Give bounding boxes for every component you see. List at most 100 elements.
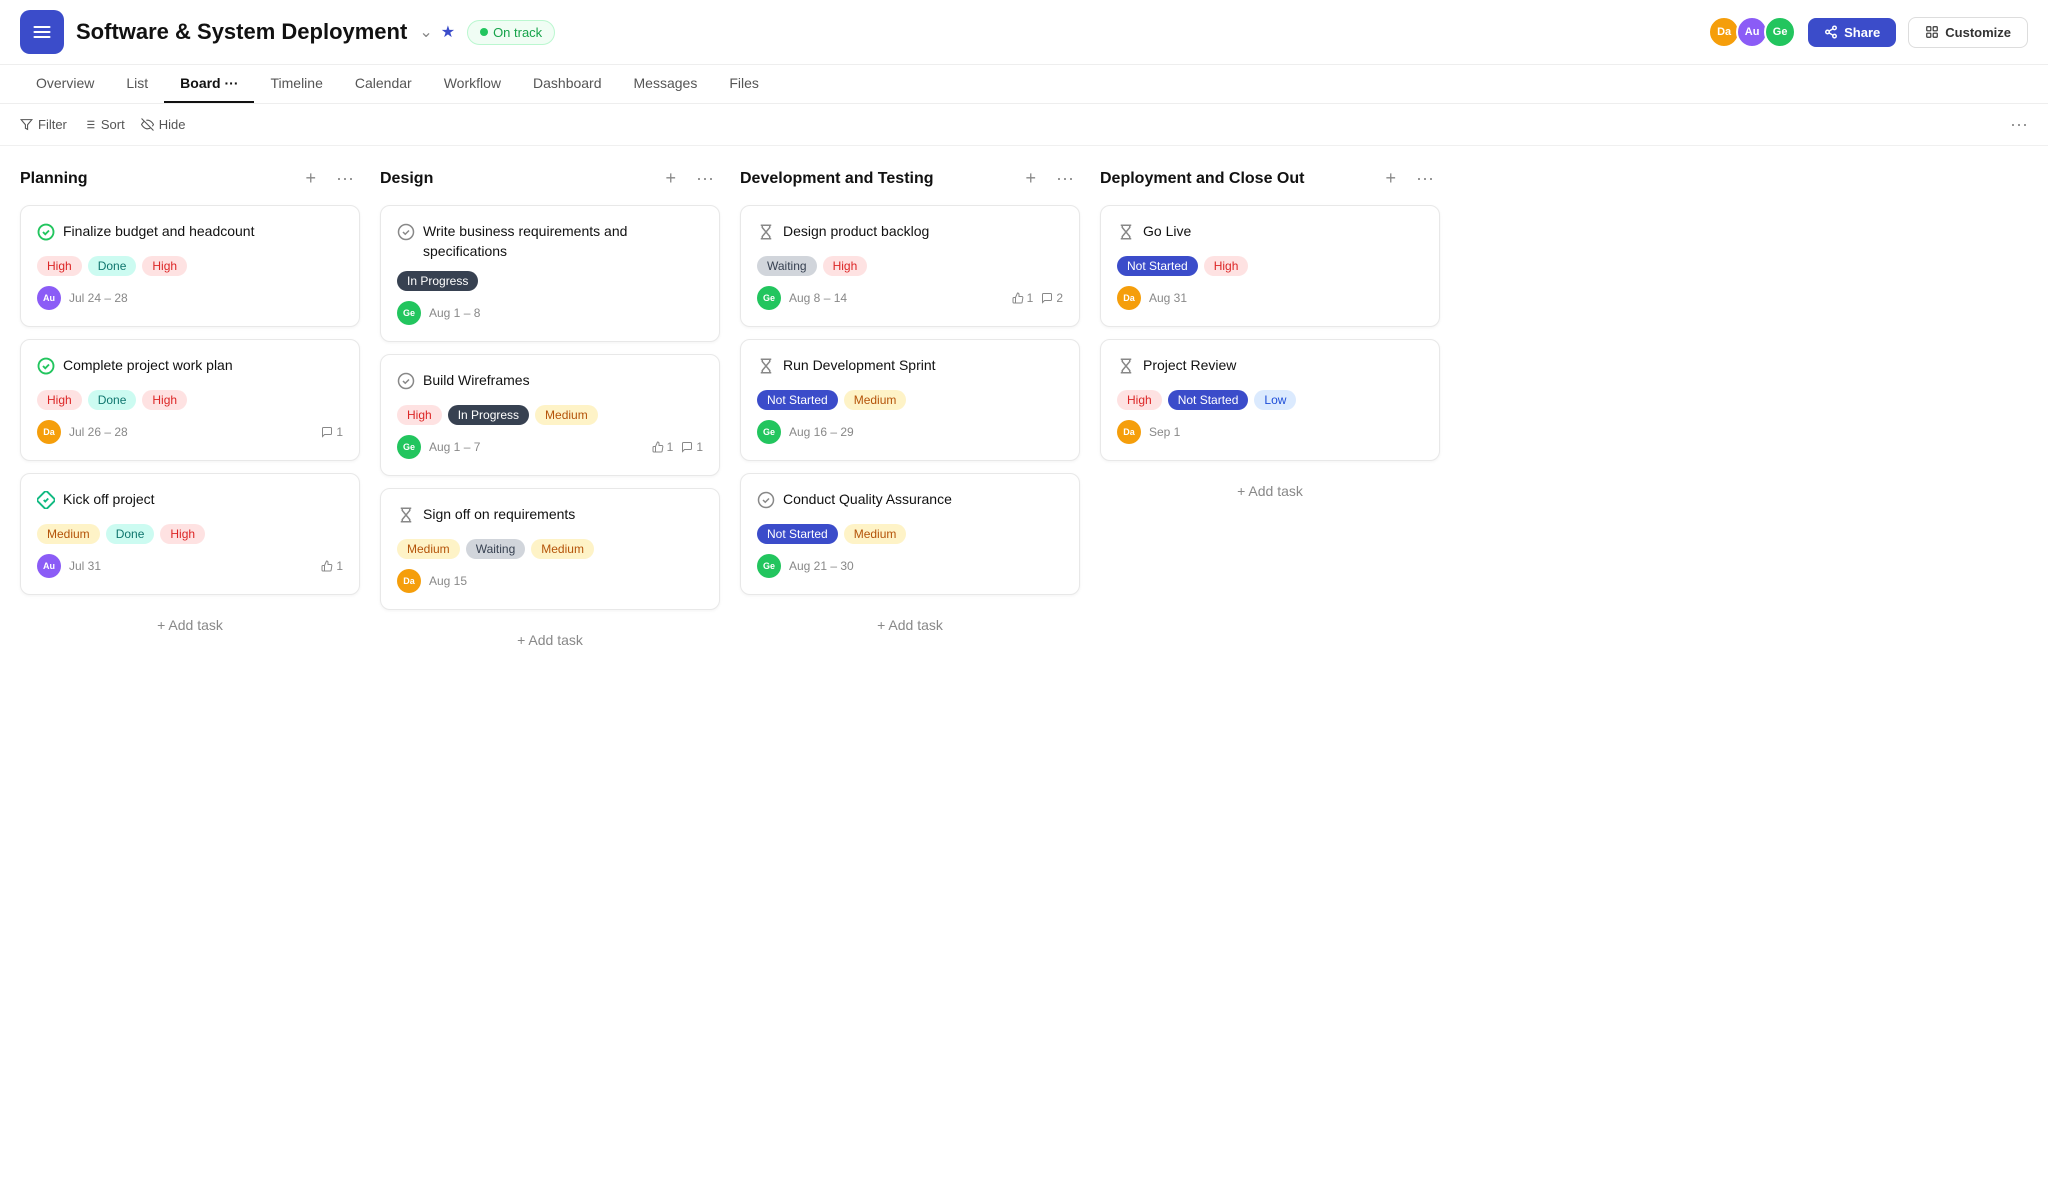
card-comments[interactable]: 1 (321, 425, 343, 439)
sort-button[interactable]: Sort (83, 117, 125, 132)
status-badge[interactable]: On track (467, 20, 555, 45)
more-options-button[interactable]: ··· (2010, 114, 2028, 135)
share-button[interactable]: Share (1808, 18, 1896, 47)
tab-list[interactable]: List (110, 65, 164, 103)
tag-not-started[interactable]: Not Started (1168, 390, 1249, 410)
task-title-c7: Design product backlog (783, 222, 929, 242)
card-c9[interactable]: Conduct Quality Assurance Not StartedMed… (740, 473, 1080, 595)
column-add-planning[interactable]: + (300, 166, 323, 191)
tag-high[interactable]: High (142, 390, 187, 410)
card-likes[interactable]: 1 (321, 559, 343, 573)
card-tags: High In Progress Medium (397, 405, 703, 425)
card-c2[interactable]: Complete project work plan HighDoneHighD… (20, 339, 360, 461)
tab-board[interactable]: Board ··· (164, 65, 254, 103)
add-task-design[interactable]: + Add task (380, 622, 720, 658)
tag-not-started[interactable]: Not Started (757, 524, 838, 544)
avatar-group: Da Au Ge (1708, 16, 1796, 48)
tag-medium[interactable]: Medium (535, 405, 598, 425)
card-comments[interactable]: 2 (1041, 291, 1063, 305)
card-c6[interactable]: Sign off on requirements MediumWaitingMe… (380, 488, 720, 610)
tag-done[interactable]: Done (106, 524, 155, 544)
card-c3[interactable]: Kick off project MediumDoneHighAuJul 31 … (20, 473, 360, 595)
board: Planning + ··· Finalize budget and headc… (0, 146, 2048, 1176)
tag-medium[interactable]: Medium (531, 539, 594, 559)
task-icon-c9 (757, 491, 775, 514)
tag-high[interactable]: High (160, 524, 205, 544)
tab-messages[interactable]: Messages (618, 65, 714, 103)
card-c4[interactable]: Write business requirements and specific… (380, 205, 720, 342)
add-task-deployment[interactable]: + Add task (1100, 473, 1440, 509)
column-more-deployment[interactable]: ··· (1410, 166, 1440, 191)
tab-workflow[interactable]: Workflow (428, 65, 517, 103)
tag-high[interactable]: High (142, 256, 187, 276)
tag-medium[interactable]: Medium (37, 524, 100, 544)
tab-files[interactable]: Files (713, 65, 775, 103)
tag-medium[interactable]: Medium (397, 539, 460, 559)
task-title-c10: Go Live (1143, 222, 1191, 242)
task-icon-c7 (757, 223, 775, 246)
tag-waiting[interactable]: Waiting (757, 256, 817, 276)
add-task-dev-testing[interactable]: + Add task (740, 607, 1080, 643)
tab-calendar[interactable]: Calendar (339, 65, 428, 103)
task-title-c3: Kick off project (63, 490, 155, 510)
column-add-dev-testing[interactable]: + (1020, 166, 1043, 191)
card-c8[interactable]: Run Development Sprint Not StartedMedium… (740, 339, 1080, 461)
column-more-design[interactable]: ··· (690, 166, 720, 191)
title-actions: ⌄ ★ (419, 22, 455, 42)
column-add-design[interactable]: + (660, 166, 683, 191)
tag-high[interactable]: High (823, 256, 868, 276)
tag-in-progress[interactable]: In Progress (397, 271, 478, 291)
tag-waiting[interactable]: Waiting (466, 539, 526, 559)
task-title-c2: Complete project work plan (63, 356, 233, 376)
card-footer: AuJul 24 – 28 (37, 286, 343, 310)
customize-button[interactable]: Customize (1908, 17, 2028, 48)
column-more-planning[interactable]: ··· (330, 166, 360, 191)
tab-timeline[interactable]: Timeline (254, 65, 338, 103)
tag-done[interactable]: Done (88, 390, 137, 410)
card-c11[interactable]: Project Review HighNot StartedLowDaSep 1 (1100, 339, 1440, 461)
tag-high[interactable]: High (1117, 390, 1162, 410)
card-c10[interactable]: Go Live Not StartedHighDaAug 31 (1100, 205, 1440, 327)
task-title-c11: Project Review (1143, 356, 1236, 376)
card-tags: Medium DoneHigh (37, 524, 343, 544)
card-date: Jul 26 – 28 (69, 425, 313, 439)
tag-high[interactable]: High (37, 256, 82, 276)
task-icon-c3 (37, 491, 55, 514)
menu-button[interactable] (20, 10, 64, 54)
card-c1[interactable]: Finalize budget and headcount HighDoneHi… (20, 205, 360, 327)
hide-button[interactable]: Hide (141, 117, 186, 132)
task-icon-c6 (397, 506, 415, 529)
star-icon[interactable]: ★ (441, 22, 455, 42)
tag-high[interactable]: High (37, 390, 82, 410)
tag-high[interactable]: High (397, 405, 442, 425)
tag-medium[interactable]: Medium (844, 390, 907, 410)
tag-low[interactable]: Low (1254, 390, 1296, 410)
column-title-dev-testing: Development and Testing (740, 170, 1012, 188)
avatar-ge[interactable]: Ge (1764, 16, 1796, 48)
tag-medium[interactable]: Medium (844, 524, 907, 544)
tag-not-started[interactable]: Not Started (757, 390, 838, 410)
card-header: Build Wireframes (397, 371, 703, 395)
card-likes[interactable]: 1 (1012, 291, 1034, 305)
tab-overview[interactable]: Overview (20, 65, 110, 103)
tag-done[interactable]: Done (88, 256, 137, 276)
card-likes[interactable]: 1 (652, 440, 674, 454)
chevron-down-icon[interactable]: ⌄ (419, 22, 432, 42)
tag-in-progress[interactable]: In Progress (448, 405, 529, 425)
column-header-dev-testing: Development and Testing + ··· (740, 166, 1080, 191)
card-tags: Not Started High (1117, 256, 1423, 276)
card-c5[interactable]: Build Wireframes HighIn ProgressMediumGe… (380, 354, 720, 476)
card-actions: 1 (321, 559, 343, 573)
filter-button[interactable]: Filter (20, 117, 67, 132)
card-c7[interactable]: Design product backlog WaitingHighGeAug … (740, 205, 1080, 327)
add-task-planning[interactable]: + Add task (20, 607, 360, 643)
tab-dashboard[interactable]: Dashboard (517, 65, 618, 103)
card-header: Sign off on requirements (397, 505, 703, 529)
column-more-dev-testing[interactable]: ··· (1050, 166, 1080, 191)
card-header: Design product backlog (757, 222, 1063, 246)
tag-high[interactable]: High (1204, 256, 1249, 276)
card-comments[interactable]: 1 (681, 440, 703, 454)
tag-not-started[interactable]: Not Started (1117, 256, 1198, 276)
card-header: Finalize budget and headcount (37, 222, 343, 246)
column-add-deployment[interactable]: + (1380, 166, 1403, 191)
